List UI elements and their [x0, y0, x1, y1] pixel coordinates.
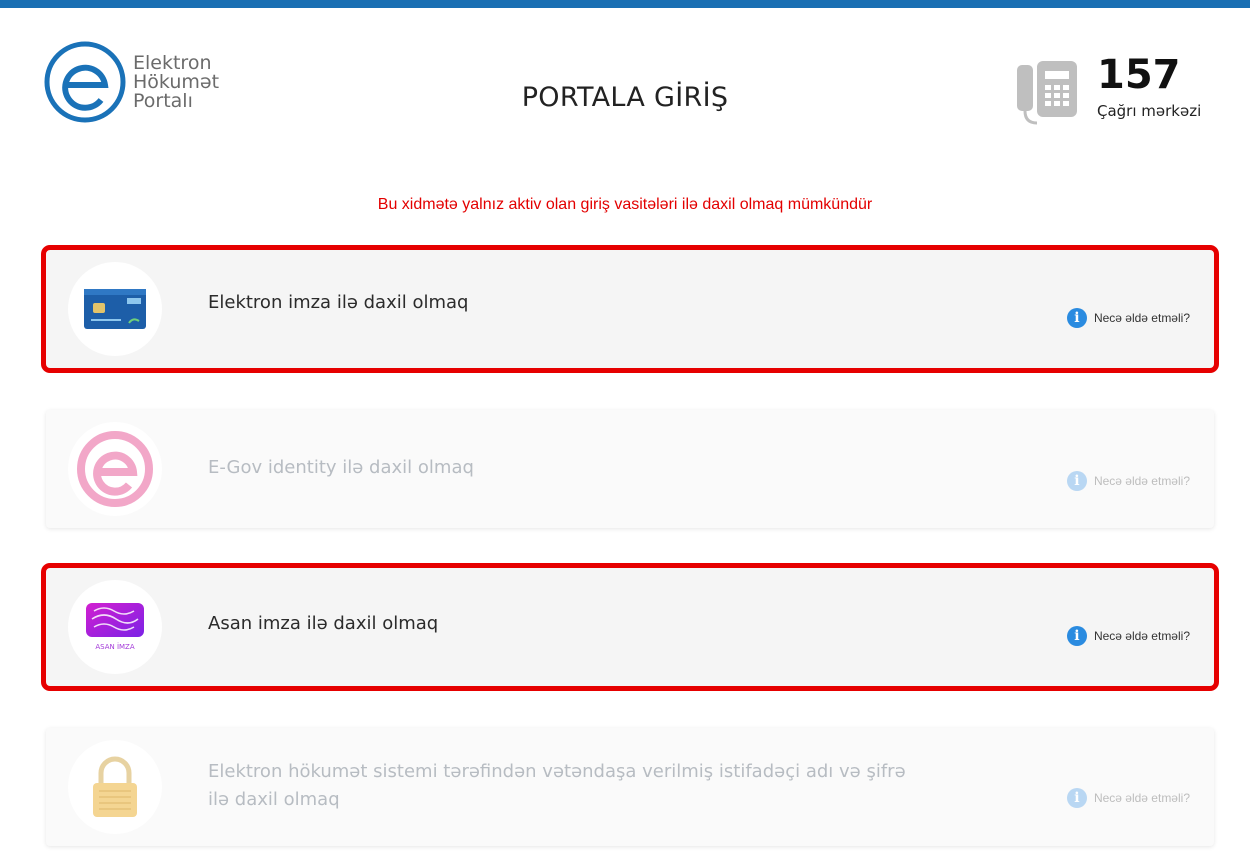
login-option-label: Elektron imza ilə daxil olmaq [208, 292, 469, 313]
login-option-egov-identity[interactable]: E-Gov identity ilə daxil olmaq i Necə əl… [46, 410, 1214, 528]
how-to-get-label: Necə əldə etməli? [1093, 629, 1190, 643]
padlock-icon [68, 740, 162, 834]
asan-imza-icon: ASAN İMZA [68, 580, 162, 674]
info-icon: i [1066, 626, 1087, 646]
asan-imza-icon-text: ASAN İMZA [95, 642, 135, 651]
login-option-label: E-Gov identity ilə daxil olmaq [208, 457, 474, 478]
how-to-get-label: Necə əldə etməli? [1093, 474, 1190, 488]
info-icon: i [1066, 308, 1087, 328]
login-option-label: Elektron hökumət sistemi tərəfindən vətə… [208, 758, 906, 814]
login-option-label-line: ilə daxil olmaq [208, 789, 340, 810]
top-accent-bar [0, 0, 1250, 8]
call-center-number: 157 [1097, 52, 1181, 98]
logo-line: Elektron [133, 51, 212, 74]
how-to-get-link[interactable]: i Necə əldə etməli? [1066, 471, 1190, 491]
how-to-get-link[interactable]: i Necə əldə etməli? [1066, 788, 1190, 808]
how-to-get-link[interactable]: i Necə əldə etməli? [1066, 308, 1190, 328]
how-to-get-link[interactable]: i Necə əldə etməli? [1066, 626, 1190, 646]
egov-identity-icon [68, 422, 162, 516]
login-option-asan-imza[interactable]: ASAN İMZA Asan imza ilə daxil olmaq i Ne… [41, 563, 1219, 691]
login-option-label: Asan imza ilə daxil olmaq [208, 613, 439, 634]
call-center[interactable]: 157 Çağrı mərkəzi [1015, 53, 1235, 127]
info-icon: i [1066, 788, 1087, 808]
login-option-e-signature[interactable]: Elektron imza ilə daxil olmaq i Necə əld… [41, 245, 1219, 373]
how-to-get-label: Necə əldə etməli? [1093, 791, 1190, 805]
e-signature-card-icon [68, 262, 162, 356]
login-notice: Bu xidmətə yalnız aktiv olan giriş vasit… [377, 196, 873, 213]
desk-phone-icon [1017, 61, 1077, 125]
info-icon: i [1066, 471, 1087, 491]
login-option-username-password[interactable]: Elektron hökumət sistemi tərəfindən vətə… [46, 728, 1214, 846]
login-option-label-line: Elektron hökumət sistemi tərəfindən vətə… [208, 761, 906, 782]
how-to-get-label: Necə əldə etməli? [1093, 311, 1190, 325]
call-center-label: Çağrı mərkəzi [1097, 102, 1202, 120]
